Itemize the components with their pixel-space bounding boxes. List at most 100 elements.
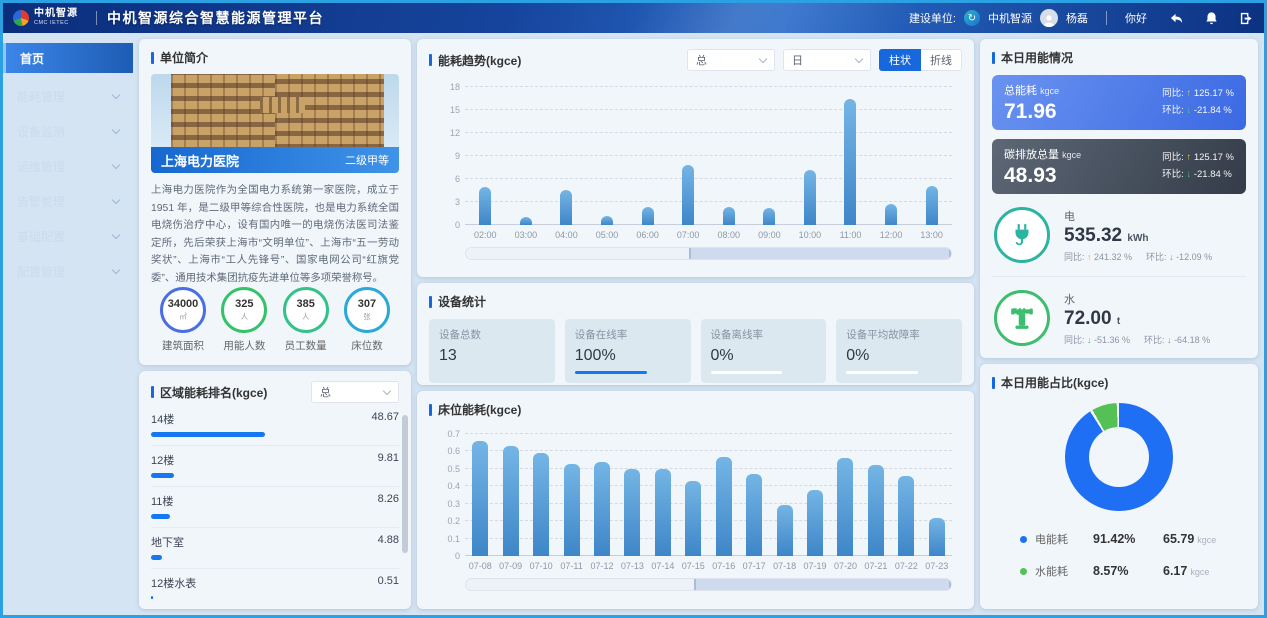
meter-name: 水	[1064, 291, 1210, 307]
hospital-building-bridge	[260, 97, 305, 113]
y-axis-tick-label: 18	[433, 82, 460, 92]
x-axis-tick-label: 11:00	[830, 230, 871, 240]
ranking-scrollbar[interactable]	[402, 415, 408, 553]
device-stat-label: 设备离线率	[711, 327, 817, 342]
device-stat-progress	[846, 371, 918, 374]
x-axis-tick-label: 09:00	[749, 230, 790, 240]
ranking-row: 12楼9.81	[151, 446, 399, 487]
bar-column	[546, 87, 587, 225]
today-usage-card: 本日用能情况 总能耗 kgce71.96同比: ↑ 125.17 %环比: ↓ …	[980, 39, 1258, 358]
sidebar-item-5[interactable]: 基础配置	[3, 219, 133, 254]
ranking-area-name: 12楼水表	[151, 575, 196, 591]
trend-title-text: 能耗趋势(kgce)	[438, 52, 521, 69]
water-faucet-icon	[994, 290, 1050, 346]
line-view-button[interactable]: 折线	[921, 49, 962, 71]
trend-period-select[interactable]: 日	[783, 49, 871, 71]
down-arrow-icon: ↓	[1186, 105, 1191, 116]
x-axis-tick-label: 07-17	[739, 561, 769, 571]
bar-column	[749, 87, 790, 225]
notification-bell-icon[interactable]	[1204, 11, 1219, 26]
today-usage-title: 本日用能情况	[992, 49, 1246, 66]
ranking-area-value: 9.81	[378, 452, 399, 468]
ranking-area-name: 14楼	[151, 411, 174, 427]
device-stat-progress	[711, 371, 783, 374]
intro-stat-circle: 34000㎡	[160, 287, 206, 333]
sidebar-item-label: 配置管理	[17, 263, 65, 280]
down-arrow-icon: ↓	[1169, 252, 1174, 262]
legend-percent: 91.42%	[1093, 532, 1163, 546]
mom-row: 环比: ↓ -21.84 %	[1162, 103, 1234, 119]
title-accent-bar	[151, 52, 154, 64]
bar	[564, 464, 580, 556]
ranking-row-line: 11楼8.26	[151, 493, 399, 509]
meter-name: 电	[1064, 208, 1212, 224]
bar-column	[861, 434, 891, 556]
meter-value: 535.32 kWh	[1064, 225, 1212, 247]
bar-column	[465, 434, 495, 556]
user-icon	[1042, 13, 1056, 27]
org-logo-icon: ↻	[964, 10, 980, 26]
summary-card-compare: 同比: ↑ 125.17 %环比: ↓ -21.84 %	[1162, 86, 1234, 118]
summary-card-dark: 碳排放总量 kgce48.93同比: ↑ 125.17 %环比: ↓ -21.8…	[992, 139, 1246, 194]
sidebar-nav: 首页能耗管理设备监测运维管理告警管理基础配置配置管理	[3, 33, 133, 615]
legend-dot	[1020, 568, 1027, 575]
device-stats-card: 设备统计 设备总数13设备在线率100%设备离线率0%设备平均故障率0%	[417, 283, 974, 385]
x-axis-tick-label: 12:00	[871, 230, 912, 240]
y-axis-tick-label: 0.6	[433, 446, 460, 456]
sidebar-item-6[interactable]: 配置管理	[3, 254, 133, 289]
bar	[503, 446, 519, 556]
ranking-bar	[151, 596, 153, 599]
y-axis-tick-label: 0.4	[433, 481, 460, 491]
datazoom-selection[interactable]	[689, 248, 951, 259]
ranking-title: 区域能耗排名(kgce)	[151, 384, 267, 401]
title-accent-bar	[429, 404, 432, 416]
bar-column	[922, 434, 952, 556]
legend-unit: kgce	[1190, 567, 1209, 577]
sidebar-item-2[interactable]: 设备监测	[3, 114, 133, 149]
hospital-grade: 二级甲等	[345, 152, 389, 168]
datazoom-selection[interactable]	[694, 579, 951, 590]
bar-column	[830, 87, 871, 225]
sidebar-item-3[interactable]: 运维管理	[3, 149, 133, 184]
avatar[interactable]	[1040, 9, 1058, 27]
electricity-plug-icon	[994, 207, 1050, 263]
up-arrow-icon: ↑	[1087, 252, 1092, 262]
up-arrow-icon: ↑	[1186, 152, 1191, 163]
sidebar-item-home[interactable]: 首页	[3, 43, 133, 73]
intro-stat: 385人员工数量	[278, 287, 334, 353]
back-arrow-icon[interactable]	[1169, 11, 1184, 26]
x-axis-tick-label: 07-11	[556, 561, 586, 571]
bed-datazoom-slider[interactable]	[465, 578, 952, 591]
trend-period-value: 日	[792, 52, 803, 68]
bar-view-button[interactable]: 柱状	[879, 49, 921, 71]
x-axis-tick-label: 13:00	[911, 230, 952, 240]
intro-stat-label: 建筑面积	[162, 338, 204, 353]
ranking-type-select[interactable]: 总	[311, 381, 399, 403]
yoy-row: 同比: ↑ 125.17 %	[1162, 150, 1234, 166]
x-axis-tick-label: 07-21	[861, 561, 891, 571]
trend-plot-area: 0369121518	[465, 87, 952, 225]
intro-stat-unit: ㎡	[179, 311, 187, 322]
x-axis-tick-label: 07-12	[587, 561, 617, 571]
sidebar-item-4[interactable]: 告警管理	[3, 184, 133, 219]
app-title: 中机智源综合智慧能源管理平台	[107, 8, 324, 28]
bar-column	[465, 87, 506, 225]
chevron-down-icon	[759, 55, 767, 63]
bed-bar-chart: 00.10.20.30.40.50.60.707-0807-0907-1007-…	[429, 418, 962, 591]
donut-hole	[1089, 427, 1149, 487]
bar	[868, 465, 884, 556]
today-usage-body: 总能耗 kgce71.96同比: ↑ 125.17 %环比: ↓ -21.84 …	[992, 66, 1246, 348]
sidebar-item-label: 运维管理	[17, 158, 65, 175]
sidebar-item-1[interactable]: 能耗管理	[3, 79, 133, 114]
x-axis-tick-label: 03:00	[506, 230, 547, 240]
intro-stat-circle: 325人	[221, 287, 267, 333]
logout-icon[interactable]	[1239, 11, 1254, 26]
bar-column	[739, 434, 769, 556]
trend-type-select[interactable]: 总	[687, 49, 775, 71]
meter-info: 电535.32 kWh同比: ↑ 241.32 %环比: ↓ -12.09 %	[1064, 208, 1212, 263]
down-arrow-icon: ↓	[1087, 335, 1092, 345]
trend-title: 能耗趋势(kgce)	[429, 52, 521, 69]
intro-stat: 34000㎡建筑面积	[155, 287, 211, 353]
trend-datazoom-slider[interactable]	[465, 247, 952, 260]
x-axis-tick-label: 07-14	[648, 561, 678, 571]
